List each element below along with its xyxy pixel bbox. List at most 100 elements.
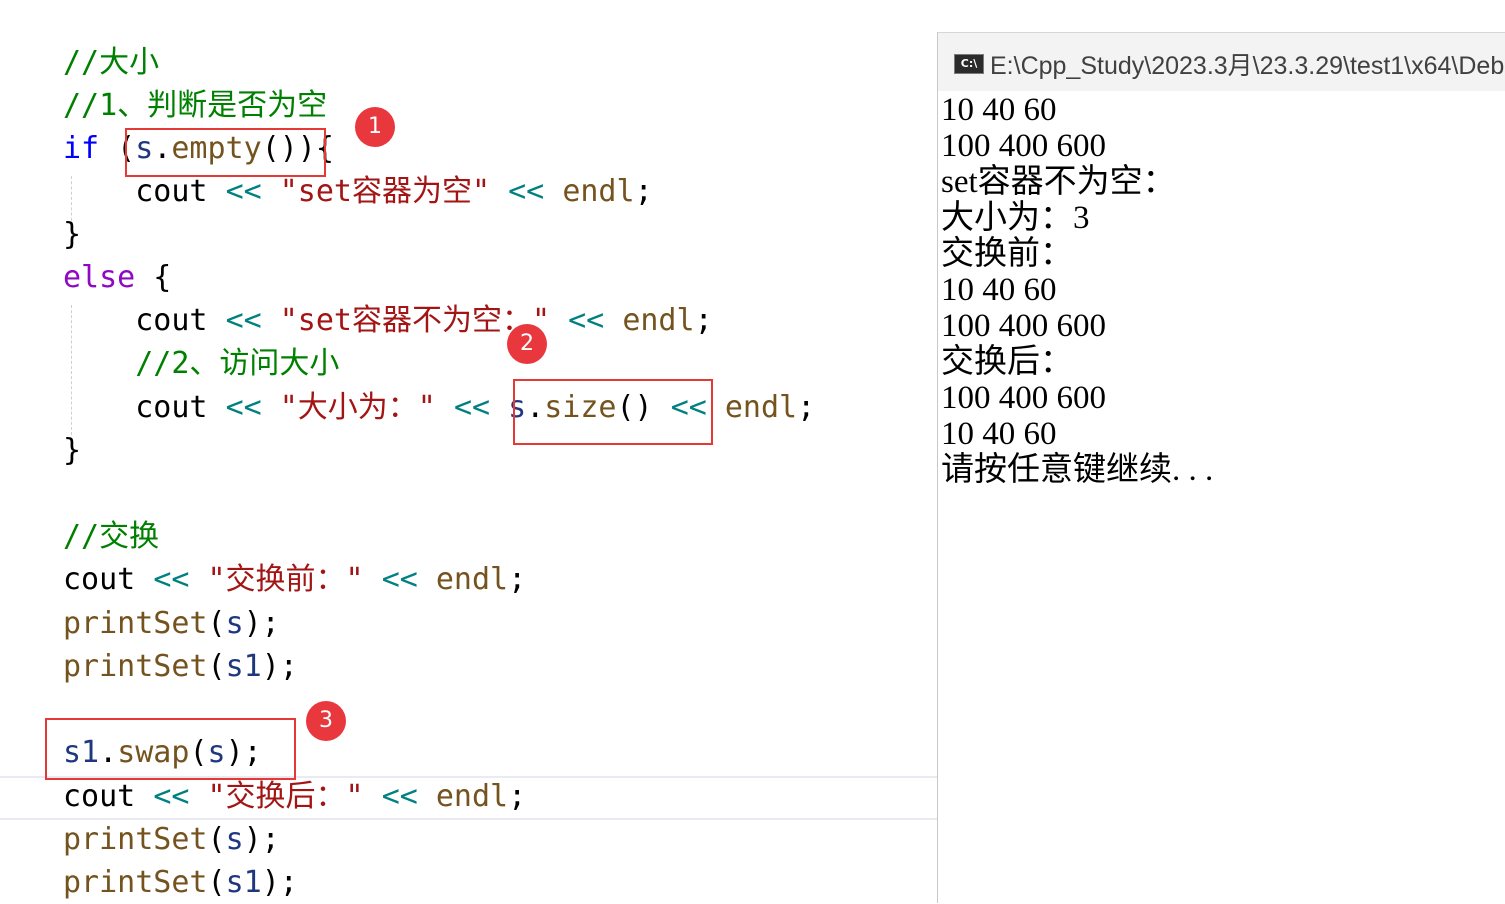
code-line-printset-s[interactable]: printSet(s); [63, 602, 280, 645]
code-token: { [135, 260, 172, 295]
code-token: endl [435, 562, 509, 597]
console-window[interactable]: C:\ E:\Cpp_Study\2023.3月\23.3.29\test1\x… [937, 32, 1505, 903]
code-token: "大小为：" [279, 390, 436, 425]
code-token: ( [207, 865, 226, 900]
code-line-comment-size[interactable]: //大小 [63, 41, 159, 84]
code-line-comment-swap[interactable]: //交换 [63, 515, 159, 558]
code-token: << [453, 390, 491, 425]
code-line-cout-not-empty[interactable]: cout << "set容器不为空：" << endl; [63, 299, 713, 342]
code-token: ( [207, 606, 226, 641]
code-token: //大小 [63, 45, 160, 80]
code-token: s1 [225, 865, 262, 900]
code-token: << [225, 390, 262, 425]
code-token: s [225, 822, 244, 857]
code-token: s [225, 606, 244, 641]
code-token: printSet [63, 649, 208, 684]
console-output-line: 100 400 600 [941, 380, 1106, 416]
code-token: //交换 [63, 519, 160, 554]
code-line-printset-s1[interactable]: printSet(s1); [63, 861, 298, 904]
code-token: if [63, 131, 100, 166]
code-token: ); [261, 865, 298, 900]
code-token: ( [207, 822, 226, 857]
code-token: << [381, 779, 418, 814]
console-window-title: E:\Cpp_Study\2023.3月\23.3.29\test1\x64\D… [990, 52, 1505, 80]
code-token: printSet [63, 606, 208, 641]
code-token: "set容器为空" [279, 174, 491, 209]
code-token: printSet [63, 822, 208, 857]
console-output-line: 交换后： [941, 344, 1073, 380]
code-token: "交换前：" [207, 562, 364, 597]
code-line-close-brace[interactable]: } [63, 213, 81, 256]
console-output-line: 10 40 60 [941, 272, 1057, 308]
console-output-line: set容器不为空： [941, 164, 1176, 200]
console-output-line: 100 400 600 [941, 308, 1106, 344]
code-token: printSet [63, 865, 208, 900]
code-token: cout [63, 562, 154, 597]
numbered-badge-1: 1 [355, 107, 395, 147]
console-app-icon: C:\ [954, 54, 984, 74]
code-token: ); [243, 822, 280, 857]
console-output-line: 交换前： [941, 236, 1073, 272]
code-token: cout [63, 174, 226, 209]
code-token: ; [508, 779, 527, 814]
code-token: //1、判断是否为空 [63, 88, 328, 123]
code-token: << [153, 779, 190, 814]
code-token: endl [724, 390, 798, 425]
code-line-comment-access-size[interactable]: //2、访问大小 [63, 342, 339, 385]
numbered-badge-3: 3 [306, 701, 346, 741]
highlight-box-size [513, 379, 713, 445]
code-token: endl [562, 174, 635, 209]
code-editor[interactable]: //大小 //1、判断是否为空 if (s.empty()){ cout << … [0, 0, 938, 902]
code-token: ); [243, 606, 280, 641]
code-token: ( [207, 649, 226, 684]
code-token: ; [634, 174, 653, 209]
code-token: } [63, 433, 82, 468]
code-token: ; [797, 390, 816, 425]
code-token: << [153, 562, 190, 597]
console-output-line: 10 40 60 [941, 416, 1057, 452]
code-token: else [63, 260, 136, 295]
code-line-cout-before-swap[interactable]: cout << "交换前：" << endl; [63, 558, 526, 601]
code-line-cout-after-swap[interactable]: cout << "交换后：" << endl; [63, 775, 526, 818]
code-token: } [63, 217, 82, 252]
code-line-else[interactable]: else { [63, 256, 171, 299]
console-output-line: 请按任意键继续. . . [941, 452, 1214, 488]
code-token: << [568, 303, 605, 338]
code-line-comment-empty-check[interactable]: //1、判断是否为空 [63, 84, 327, 127]
code-line-close-brace[interactable]: } [63, 429, 81, 472]
code-line-printset-s1[interactable]: printSet(s1); [63, 645, 298, 688]
code-token: cout [63, 779, 154, 814]
code-line-printset-s[interactable]: printSet(s); [63, 818, 280, 861]
code-token: "交换后：" [207, 779, 364, 814]
code-token: ; [508, 562, 527, 597]
code-token: << [225, 303, 262, 338]
console-output-line: 10 40 60 [941, 92, 1057, 128]
code-token: s1 [225, 649, 262, 684]
code-token: cout [63, 303, 226, 338]
highlight-box-swap [45, 718, 296, 780]
code-token: endl [622, 303, 695, 338]
code-token: //2、访问大小 [63, 346, 340, 381]
code-token: << [508, 174, 545, 209]
code-token: cout [63, 390, 226, 425]
console-output-line: 大小为：3 [941, 200, 1090, 236]
console-title-bar[interactable]: C:\ E:\Cpp_Study\2023.3月\23.3.29\test1\x… [938, 33, 1505, 91]
code-token: ); [261, 649, 298, 684]
console-output-line: 100 400 600 [941, 128, 1106, 164]
code-token: ; [694, 303, 713, 338]
